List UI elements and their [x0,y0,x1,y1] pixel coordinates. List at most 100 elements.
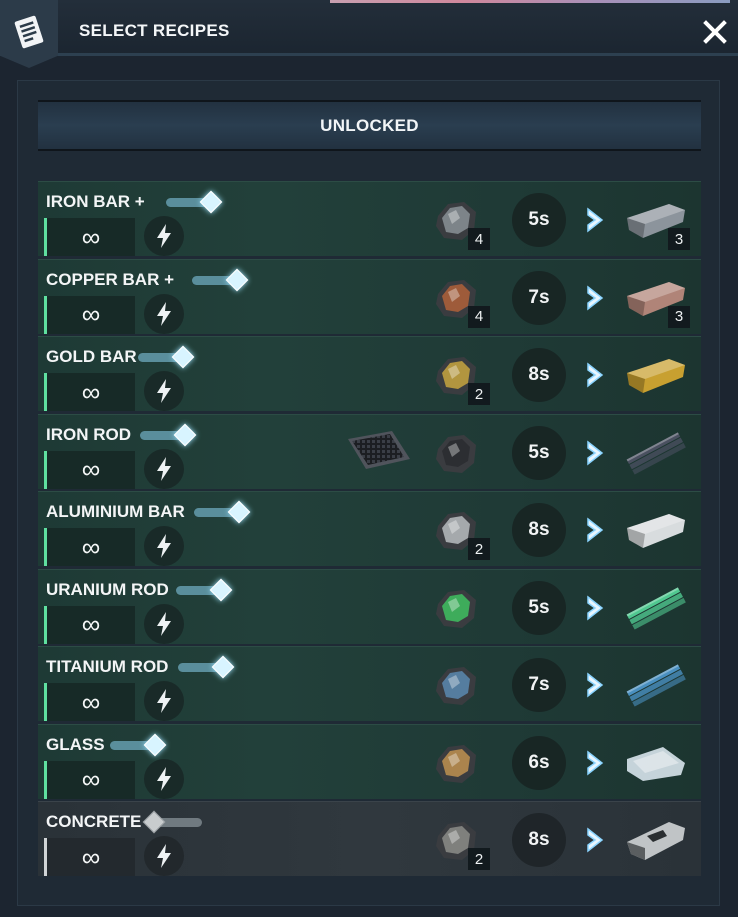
boost-button[interactable] [144,681,184,721]
repeat-count-button[interactable]: ∞ [44,683,135,721]
recipe-row[interactable]: URANIUM ROD ∞ 5s [38,568,701,644]
boost-button[interactable] [144,526,184,566]
recipe-row[interactable]: TITANIUM ROD ∞ 7s [38,646,701,721]
infinity-icon: ∞ [81,764,101,794]
repeat-count-button[interactable]: ∞ [44,450,135,489]
craft-time: 6s [512,735,566,790]
chevron-right-icon [587,439,604,466]
close-button[interactable] [700,17,730,47]
recipe-name: IRON ROD [46,424,131,444]
infinity-icon: ∞ [81,609,101,639]
boost-button[interactable] [144,371,184,411]
input-quantity: 2 [468,538,490,560]
recipe-toggle[interactable] [194,500,256,524]
input-quantity: 4 [468,305,490,328]
toggle-knob[interactable] [143,733,167,756]
titanium-ore-icon [430,661,482,711]
boost-button[interactable] [144,758,184,799]
repeat-count-button[interactable]: ∞ [44,218,135,256]
input-quantity: 2 [468,848,490,870]
recipe-toggle[interactable] [166,190,228,214]
lightning-icon [157,689,171,713]
section-title: UNLOCKED [320,115,419,135]
output-quantity: 3 [668,228,690,250]
recipe-name: IRON BAR + [46,192,145,211]
uranium-ore-icon [430,584,482,634]
page-title: SELECT RECIPES [79,21,230,40]
craft-time: 7s [512,658,566,712]
toggle-knob[interactable] [173,423,197,446]
recipe-row[interactable]: CONCRETE ∞ 2 8s [38,801,701,876]
toggle-knob[interactable] [171,345,195,369]
toggle-knob[interactable] [225,268,249,291]
recipe-row[interactable]: COPPER BAR + ∞ 4 7s 3 [38,258,701,334]
boost-button[interactable] [144,836,184,876]
toggle-knob[interactable] [142,810,166,834]
lightning-icon [157,766,171,791]
recipe-toggle[interactable] [140,423,202,446]
repeat-count-button[interactable]: ∞ [44,373,135,411]
lightning-icon [157,224,171,248]
infinity-icon: ∞ [81,376,101,407]
close-icon[interactable] [703,20,727,44]
recipe-list: IRON BAR + ∞ 4 5s 3 COPPER BAR + ∞ 4 7s … [38,181,701,879]
infinity-icon: ∞ [81,841,101,872]
infinity-icon: ∞ [81,299,101,329]
sand-icon [430,739,482,789]
chevron-right-icon [587,284,604,311]
input-quantity: 2 [468,383,490,405]
aluminium-bar-icon [623,508,689,552]
toggle-knob[interactable] [227,500,251,524]
section-header: UNLOCKED [38,100,701,151]
lightning-icon [157,844,171,868]
boost-button[interactable] [144,216,184,256]
recipe-row[interactable]: GOLD BAR ∞ 2 8s [38,336,701,411]
boost-button[interactable] [144,448,184,489]
recipe-toggle[interactable] [110,733,172,756]
input-quantity: 4 [468,228,490,250]
recipe-name: GOLD BAR [46,347,137,366]
craft-time: 8s [512,503,566,557]
boost-button[interactable] [144,293,184,334]
repeat-count-button[interactable]: ∞ [44,605,135,644]
recipe-toggle[interactable] [138,345,200,369]
craft-time: 8s [512,813,566,867]
recipe-row[interactable]: GLASS ∞ 6s [38,723,701,799]
boost-button[interactable] [144,603,184,644]
recipe-row[interactable]: IRON ROD ∞ 5s [38,413,701,489]
iron-rod-icon [623,431,689,475]
toggle-knob[interactable] [199,190,223,214]
chevron-right-icon [587,827,604,853]
infinity-icon: ∞ [81,454,101,484]
repeat-count-button[interactable]: ∞ [44,838,135,876]
recipe-toggle[interactable] [176,578,238,601]
lightning-icon [157,534,171,558]
infinity-icon: ∞ [81,686,101,717]
recipe-list-icon [0,0,58,68]
chevron-right-icon [587,207,604,233]
recipe-toggle[interactable] [192,268,254,291]
uranium-rod-icon [623,586,689,630]
recipe-row[interactable]: IRON BAR + ∞ 4 5s 3 [38,181,701,256]
recipe-name: CONCRETE [46,812,142,831]
recipe-toggle[interactable] [178,655,240,679]
craft-time: 8s [512,348,566,402]
glass-pane-icon [623,741,689,785]
recipe-toggle[interactable] [142,810,208,834]
recipe-name: ALUMINIUM BAR [46,502,185,521]
repeat-count-button[interactable]: ∞ [44,528,135,566]
repeat-count-button[interactable]: ∞ [44,760,135,799]
toggle-knob[interactable] [209,578,233,601]
repeat-count-button[interactable]: ∞ [44,295,135,334]
recipe-name: COPPER BAR + [46,269,174,289]
lightning-icon [157,379,171,403]
recipe-name: TITANIUM ROD [46,657,169,676]
infinity-icon: ∞ [81,531,101,562]
recipe-name: URANIUM ROD [46,579,169,599]
toggle-knob[interactable] [211,655,235,679]
recipe-name: GLASS [46,734,105,754]
craft-time: 5s [512,193,566,247]
chevron-right-icon [587,517,604,543]
recipe-row[interactable]: ALUMINIUM BAR ∞ 2 8s [38,491,701,566]
chevron-right-icon [587,362,604,388]
